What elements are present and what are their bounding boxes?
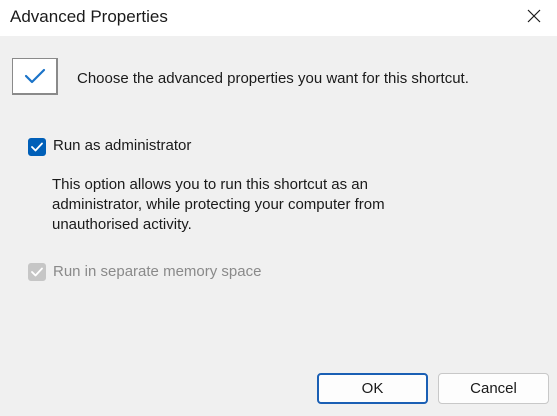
run-as-admin-label[interactable]: Run as administrator	[53, 137, 191, 154]
window-title: Advanced Properties	[10, 7, 168, 26]
run-as-admin-checkbox[interactable]	[28, 138, 46, 156]
checkmark-icon	[31, 142, 43, 152]
separate-memory-label: Run in separate memory space	[53, 263, 262, 280]
advanced-properties-dialog: Advanced Properties Choose the advanced …	[0, 0, 557, 416]
cancel-button[interactable]: Cancel	[438, 373, 549, 404]
separate-memory-checkbox	[28, 263, 46, 281]
close-icon	[527, 9, 541, 23]
checkmark-icon	[31, 267, 43, 277]
title-bar: Advanced Properties	[0, 0, 557, 36]
checkmark-box-icon	[12, 58, 58, 95]
run-as-admin-description: This option allows you to run this short…	[52, 176, 385, 233]
header-instruction: Choose the advanced properties you want …	[77, 70, 469, 87]
ok-button[interactable]: OK	[317, 373, 428, 404]
close-button[interactable]	[511, 0, 557, 32]
